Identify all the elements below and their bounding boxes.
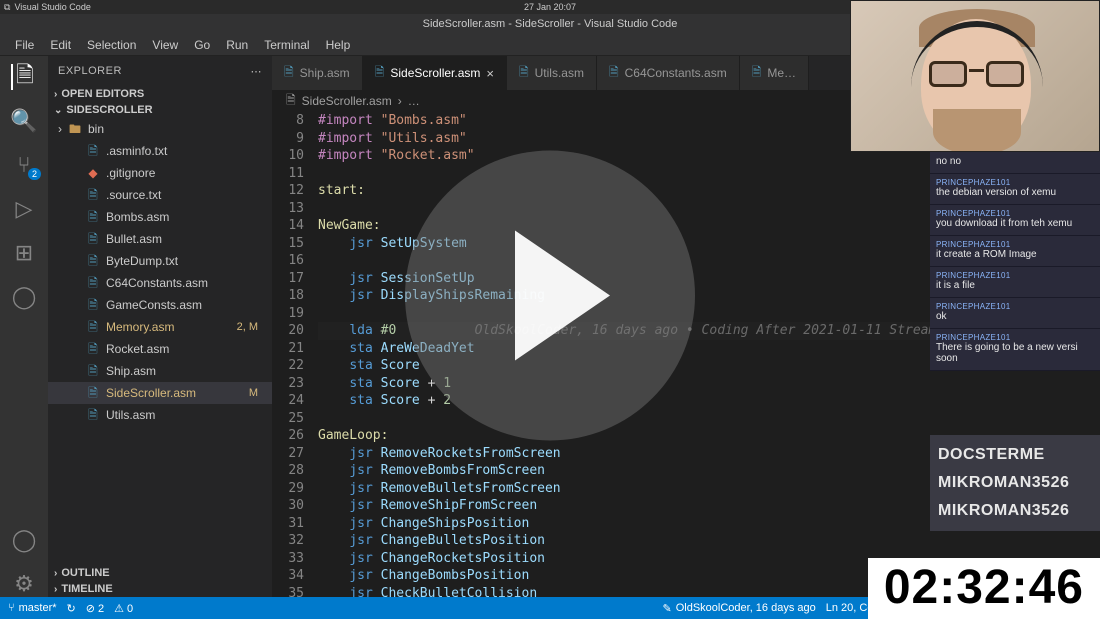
file-icon: 🗎 [86,296,100,314]
stream-chat: no noPRINCEPHAZE101the debian version of… [930,152,1100,371]
file-icon: 🗎 [86,252,100,270]
chat-message: PRINCEPHAZE101it create a ROM Image [930,236,1100,267]
status-branch[interactable]: ⑂ master* [8,602,57,614]
explorer-icon[interactable]: 🗎 [11,64,37,90]
menu-edit[interactable]: Edit [43,36,78,54]
file-item[interactable]: 🗎Bullet.asm [48,228,272,250]
close-icon[interactable]: × [486,66,494,81]
file-item[interactable]: 🗎Ship.asm [48,360,272,382]
file-icon: ◆ [86,164,100,182]
chat-message: no no [930,152,1100,174]
file-item[interactable]: 🗎.source.txt [48,184,272,206]
modified-badge: 2, M [237,318,266,336]
file-item[interactable]: 🗎.asminfo.txt [48,140,272,162]
menu-go[interactable]: Go [187,36,217,54]
timeline-section[interactable]: › TIMELINE [48,581,272,597]
menu-view[interactable]: View [145,36,185,54]
file-icon: 🗎 [609,63,619,84]
chat-message: PRINCEPHAZE101There is going to be a new… [930,329,1100,371]
stream-timer: 02:32:46 [868,558,1100,619]
editor-tab[interactable]: 🗎Me… [740,56,809,90]
chevron-down-icon: ⌄ [54,105,62,116]
recent-followers: DOCSTERMEMIKROMAN3526MIKROMAN3526 [930,435,1100,531]
folder-item[interactable]: › 🖿 bin [48,118,272,140]
menu-file[interactable]: File [8,36,41,54]
file-item[interactable]: 🗎C64Constants.asm [48,272,272,294]
chat-message: PRINCEPHAZE101you download it from teh x… [930,205,1100,236]
chevron-right-icon: › [54,89,57,100]
file-icon: 🗎 [519,63,529,84]
status-warnings[interactable]: ⚠ 0 [114,602,133,615]
webcam-overlay [850,0,1100,152]
remote-icon[interactable]: ◯ [11,284,37,310]
editor-tab[interactable]: 🗎Ship.asm [272,56,363,90]
file-item[interactable]: 🗎Bombs.asm [48,206,272,228]
source-control-icon[interactable]: ⑂ [11,152,37,178]
sidebar-title: EXPLORER [58,65,122,77]
file-icon: 🗎 [86,318,100,336]
menu-run[interactable]: Run [219,36,255,54]
menu-help[interactable]: Help [319,36,358,54]
status-blame[interactable]: ✎ OldSkoolCoder, 16 days ago [662,602,815,615]
file-item[interactable]: ◆.gitignore [48,162,272,184]
chevron-right-icon: › [58,120,62,138]
file-icon: 🗎 [86,340,100,358]
follower-name: MIKROMAN3526 [938,497,1092,525]
window-title: SideScroller.asm - SideScroller - Visual… [423,18,678,30]
chat-message: PRINCEPHAZE101the debian version of xemu [930,174,1100,205]
file-icon: 🗎 [86,406,100,424]
chevron-right-icon: › [54,568,57,579]
file-icon: 🗎 [284,63,294,84]
file-icon: 🗎 [286,91,296,112]
status-sync[interactable]: ↻ [67,602,76,615]
file-icon: 🗎 [86,142,100,160]
file-item[interactable]: 🗎Memory.asm2, M [48,316,272,338]
file-item[interactable]: 🗎ByteDump.txt [48,250,272,272]
modified-badge: M [249,384,266,402]
os-app-name: Visual Studio Code [14,2,90,12]
file-icon: 🗎 [86,362,100,380]
chat-message: PRINCEPHAZE101it is a file [930,267,1100,298]
os-date: 27 Jan 20:07 [524,2,576,12]
file-icon: 🗎 [86,230,100,248]
file-item[interactable]: 🗎GameConsts.asm [48,294,272,316]
file-icon: 🗎 [86,186,100,204]
file-icon: 🗎 [752,63,762,84]
chevron-right-icon: › [54,584,57,595]
menu-terminal[interactable]: Terminal [257,36,316,54]
file-icon: 🗎 [375,63,385,84]
activity-bar: 🗎 🔍 ⑂ ▷ ⊞ ◯ ◯ ⚙ [0,56,48,597]
menu-selection[interactable]: Selection [80,36,143,54]
outline-section[interactable]: › OUTLINE [48,565,272,581]
search-icon[interactable]: 🔍 [11,108,37,134]
chevron-right-icon: › [398,94,402,108]
account-icon[interactable]: ◯ [11,527,37,553]
vscode-logo-icon: ⧉ [4,2,10,13]
project-section[interactable]: ⌄ SIDESCROLLER [48,102,272,118]
editor-tab[interactable]: 🗎SideScroller.asm× [363,56,507,90]
file-icon: 🗎 [86,274,100,292]
status-errors[interactable]: ⊘ 2 [86,602,104,615]
follower-name: DOCSTERME [938,441,1092,469]
file-item[interactable]: 🗎Rocket.asm [48,338,272,360]
open-editors-section[interactable]: › OPEN EDITORS [48,86,272,102]
file-icon: 🗎 [86,384,100,402]
settings-gear-icon[interactable]: ⚙ [11,571,37,597]
editor-tab[interactable]: 🗎C64Constants.asm [597,56,740,90]
file-item[interactable]: 🗎Utils.asm [48,404,272,426]
chat-message: PRINCEPHAZE101ok [930,298,1100,329]
file-icon: 🗎 [86,208,100,226]
follower-name: MIKROMAN3526 [938,469,1092,497]
extensions-icon[interactable]: ⊞ [11,240,37,266]
folder-icon: 🖿 [68,120,82,138]
sidebar-explorer: EXPLORER ⋯ › OPEN EDITORS ⌄ SIDESCROLLER… [48,56,272,597]
file-item[interactable]: 🗎SideScroller.asmM [48,382,272,404]
more-icon[interactable]: ⋯ [251,65,263,78]
editor-tab[interactable]: 🗎Utils.asm [507,56,597,90]
run-debug-icon[interactable]: ▷ [11,196,37,222]
